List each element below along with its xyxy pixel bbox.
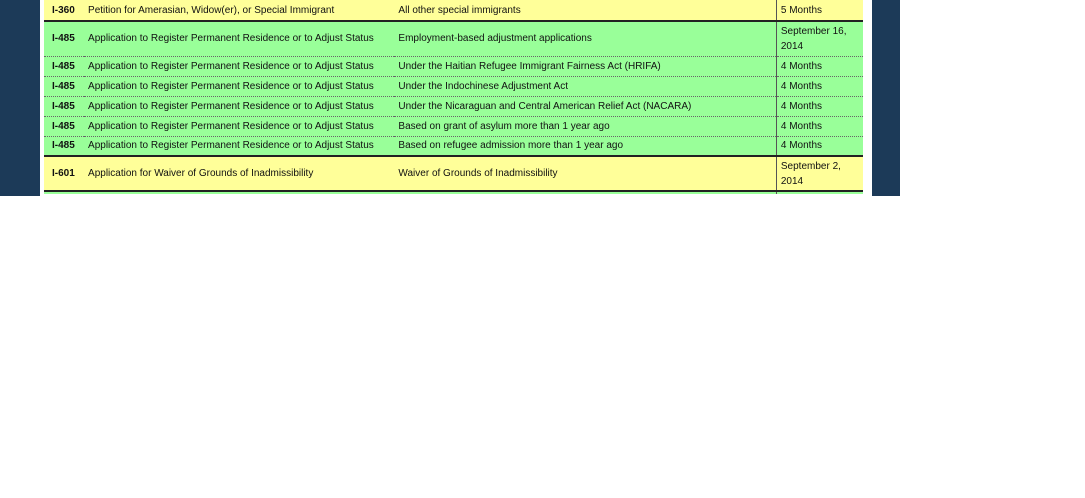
processing-time-empty [775,191,863,194]
processing-time: 4 Months [775,95,863,116]
classification: Based on grant of asylum more than 1 yea… [394,115,777,136]
form-title: Application to Register Permanent Reside… [84,20,395,56]
form-number: I-485 [44,115,85,136]
form-title: Application to Register Permanent Reside… [84,95,395,116]
table-row: I-601 Application for Waiver of Grounds … [44,155,863,192]
processing-time: 5 Months [775,0,863,21]
form-title: Petition for Amerasian, Widow(er), or Sp… [84,0,395,21]
processing-time: 4 Months [775,135,863,156]
processing-time: 4 Months [775,75,863,96]
table-row: I-485 Application to Register Permanent … [44,20,863,56]
form-number: I-485 [44,95,85,116]
table-row: I-485 Application to Register Permanent … [44,115,863,136]
form-title: Application to Register Permanent Reside… [84,135,395,156]
processing-time: 4 Months [775,115,863,136]
table-row-partial [44,191,863,194]
form-number: I-485 [44,55,85,76]
form-title: Application for Waiver of Grounds of Ina… [84,155,395,192]
classification: Based on refugee admission more than 1 y… [394,135,777,156]
form-number: I-360 [44,0,85,21]
processing-time: 4 Months [775,55,863,76]
table-row: I-360 Petition for Amerasian, Widow(er),… [44,0,863,21]
form-number: I-485 [44,135,85,156]
classification: All other special immigrants [394,0,777,21]
classification: Employment-based adjustment applications [394,20,777,56]
form-number-empty [44,191,85,194]
classification: Under the Nicaraguan and Central America… [394,95,777,116]
form-title: Application to Register Permanent Reside… [84,55,395,76]
form-title: Application to Register Permanent Reside… [84,115,395,136]
table-row: I-485 Application to Register Permanent … [44,55,863,76]
processing-time: September 2, 2014 [775,155,863,192]
form-number: I-601 [44,155,85,192]
table-row: I-485 Application to Register Permanent … [44,75,863,96]
classification-empty [394,191,777,194]
form-number: I-485 [44,75,85,96]
classification: Under the Haitian Refugee Immigrant Fair… [394,55,777,76]
classification: Waiver of Grounds of Inadmissibility [394,155,777,192]
classification: Under the Indochinese Adjustment Act [394,75,777,96]
form-title: Application to Register Permanent Reside… [84,75,395,96]
table-row: I-485 Application to Register Permanent … [44,95,863,116]
processing-times-table: I-360 Petition for Amerasian, Widow(er),… [44,0,863,194]
processing-time: September 16, 2014 [775,20,863,56]
form-title-empty [84,191,395,194]
table-row: I-485 Application to Register Permanent … [44,135,863,156]
form-number: I-485 [44,20,85,56]
